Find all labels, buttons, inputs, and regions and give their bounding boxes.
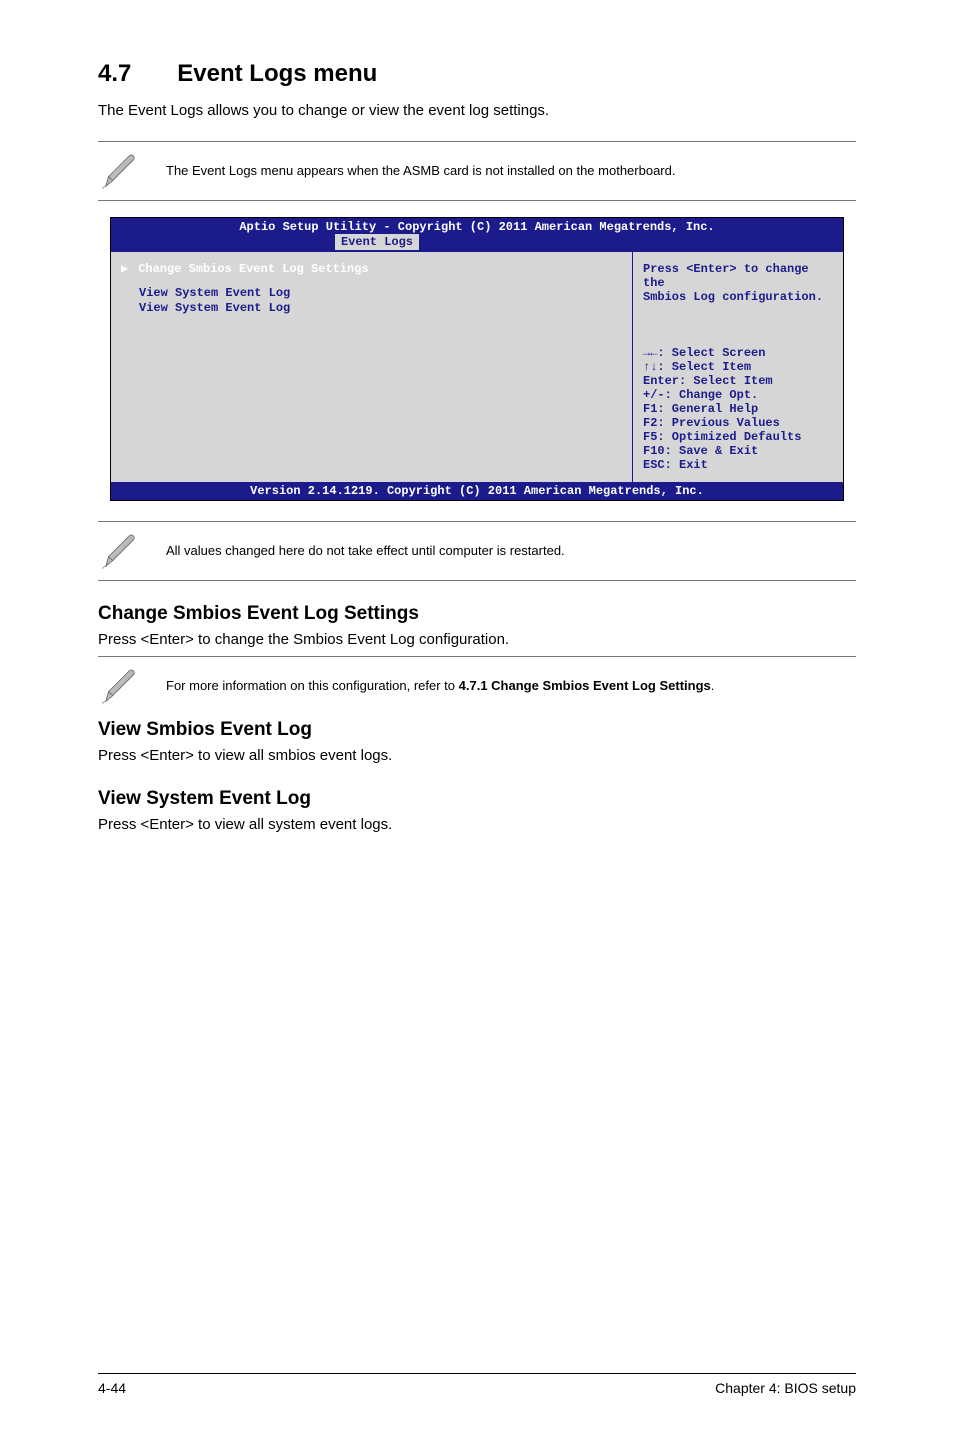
key-line: ↑↓: Select Item: [643, 360, 833, 374]
bios-key-help: →←: Select Screen ↑↓: Select Item Enter:…: [643, 346, 833, 472]
section-number: 4.7: [98, 60, 131, 88]
pencil-note-icon: [98, 148, 144, 194]
note-block-top: The Event Logs menu appears when the ASM…: [98, 141, 856, 201]
bios-item-label: View System Event Log: [139, 286, 290, 300]
page-number: 4-44: [98, 1380, 126, 1396]
bios-active-tab: Event Logs: [335, 234, 419, 250]
key-line: →←: Select Screen: [643, 346, 833, 360]
bios-help-pane: Press <Enter> to change the Smbios Log c…: [633, 252, 843, 482]
intro-text: The Event Logs allows you to change or v…: [98, 100, 856, 121]
note-block-values: All values changed here do not take effe…: [98, 521, 856, 581]
note-bold-ref: 4.7.1 Change Smbios Event Log Settings: [459, 678, 711, 693]
key-line: F10: Save & Exit: [643, 444, 833, 458]
section-heading: 4.7 Event Logs menu: [98, 60, 856, 88]
bios-item-view2[interactable]: View System Event Log: [121, 301, 620, 315]
note-text: All values changed here do not take effe…: [166, 542, 565, 560]
help-line: Press <Enter> to change the: [643, 262, 833, 290]
help-line: Smbios Log configuration.: [643, 290, 833, 304]
note-suffix: .: [711, 678, 715, 693]
key-line: F1: General Help: [643, 402, 833, 416]
pencil-note-icon: [98, 528, 144, 574]
bios-item-label: View System Event Log: [139, 301, 290, 315]
key-line: F5: Optimized Defaults: [643, 430, 833, 444]
paragraph: Press <Enter> to change the Smbios Event…: [98, 629, 856, 650]
note-text: For more information on this configurati…: [166, 677, 714, 695]
subheading-view-smbios: View Smbios Event Log: [98, 719, 856, 741]
triangle-icon: ▶: [121, 262, 131, 276]
note-text: The Event Logs menu appears when the ASM…: [166, 162, 675, 180]
bios-item-view1[interactable]: View System Event Log: [121, 286, 620, 300]
bios-help-text: Press <Enter> to change the Smbios Log c…: [643, 262, 833, 304]
pencil-note-icon: [98, 663, 144, 709]
key-line: F2: Previous Values: [643, 416, 833, 430]
page-footer: 4-44 Chapter 4: BIOS setup: [98, 1373, 856, 1396]
bios-version-bar: Version 2.14.1219. Copyright (C) 2011 Am…: [111, 482, 843, 500]
note-prefix: For more information on this configurati…: [166, 678, 459, 693]
key-line: Enter: Select Item: [643, 374, 833, 388]
bios-title-bar: Aptio Setup Utility - Copyright (C) 2011…: [111, 218, 843, 252]
bios-item-change-smbios[interactable]: ▶ Change Smbios Event Log Settings: [121, 262, 620, 276]
note-block-refer: For more information on this configurati…: [98, 656, 856, 711]
paragraph: Press <Enter> to view all system event l…: [98, 814, 856, 835]
bios-screenshot: Aptio Setup Utility - Copyright (C) 2011…: [110, 217, 844, 501]
paragraph: Press <Enter> to view all smbios event l…: [98, 745, 856, 766]
bios-item-label: Change Smbios Event Log Settings: [138, 262, 368, 276]
section-title: Event Logs menu: [177, 60, 377, 88]
bios-title-text: Aptio Setup Utility - Copyright (C) 2011…: [115, 220, 839, 234]
bios-tab-row: Event Logs: [115, 234, 839, 250]
subheading-change-smbios: Change Smbios Event Log Settings: [98, 603, 856, 625]
key-line: ESC: Exit: [643, 458, 833, 472]
chapter-label: Chapter 4: BIOS setup: [715, 1380, 856, 1396]
key-line: +/-: Change Opt.: [643, 388, 833, 402]
bios-body: ▶ Change Smbios Event Log Settings View …: [111, 252, 843, 482]
bios-menu-pane: ▶ Change Smbios Event Log Settings View …: [111, 252, 633, 482]
subheading-view-system: View System Event Log: [98, 788, 856, 810]
